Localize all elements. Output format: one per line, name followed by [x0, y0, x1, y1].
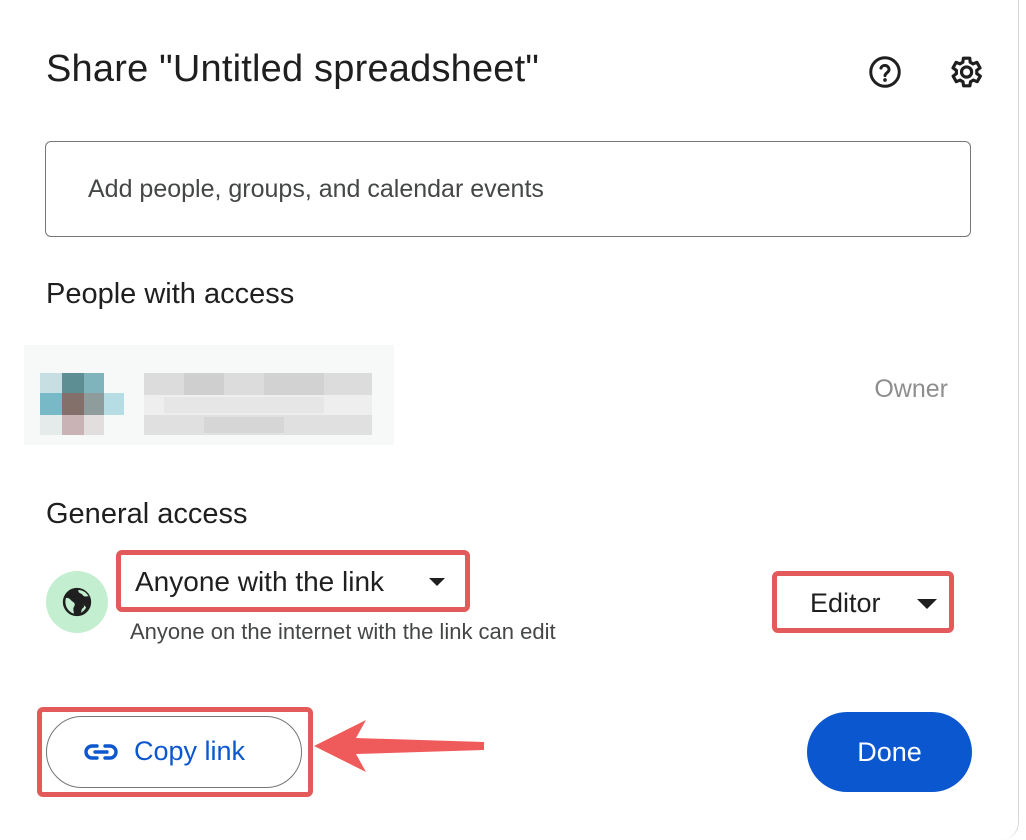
help-circle-icon — [869, 56, 901, 88]
add-people-field[interactable] — [45, 141, 971, 237]
done-button[interactable]: Done — [807, 712, 972, 792]
general-access-description: Anyone on the internet with the link can… — [130, 619, 556, 644]
chevron-down-icon — [917, 599, 937, 609]
owner-role-label: Owner — [874, 375, 948, 403]
role-dropdown[interactable]: Editor — [772, 571, 954, 633]
copy-link-label: Copy link — [134, 736, 246, 766]
general-access-dropdown[interactable]: Anyone with the link — [116, 550, 470, 612]
settings-button[interactable] — [943, 50, 987, 94]
globe-badge — [46, 571, 108, 633]
general-access-selected: Anyone with the link — [135, 566, 385, 597]
person-row[interactable]: Owner — [24, 345, 974, 445]
gear-icon — [951, 56, 982, 88]
link-icon — [84, 744, 118, 760]
general-access-heading: General access — [46, 498, 248, 530]
share-dialog: Share "Untitled spreadsheet" People with… — [0, 0, 1019, 840]
role-selected: Editor — [810, 588, 881, 618]
chevron-down-icon — [429, 578, 445, 586]
done-label: Done — [857, 736, 922, 767]
people-with-access-heading: People with access — [46, 278, 295, 310]
copy-link-button[interactable]: Copy link — [46, 716, 302, 788]
help-button[interactable] — [863, 50, 907, 94]
dialog-title: Share "Untitled spreadsheet" — [46, 48, 540, 90]
copy-link-highlight: Copy link — [37, 707, 313, 797]
add-people-input[interactable] — [86, 142, 950, 237]
annotation-arrow-icon — [314, 720, 484, 772]
globe-icon — [62, 587, 92, 617]
